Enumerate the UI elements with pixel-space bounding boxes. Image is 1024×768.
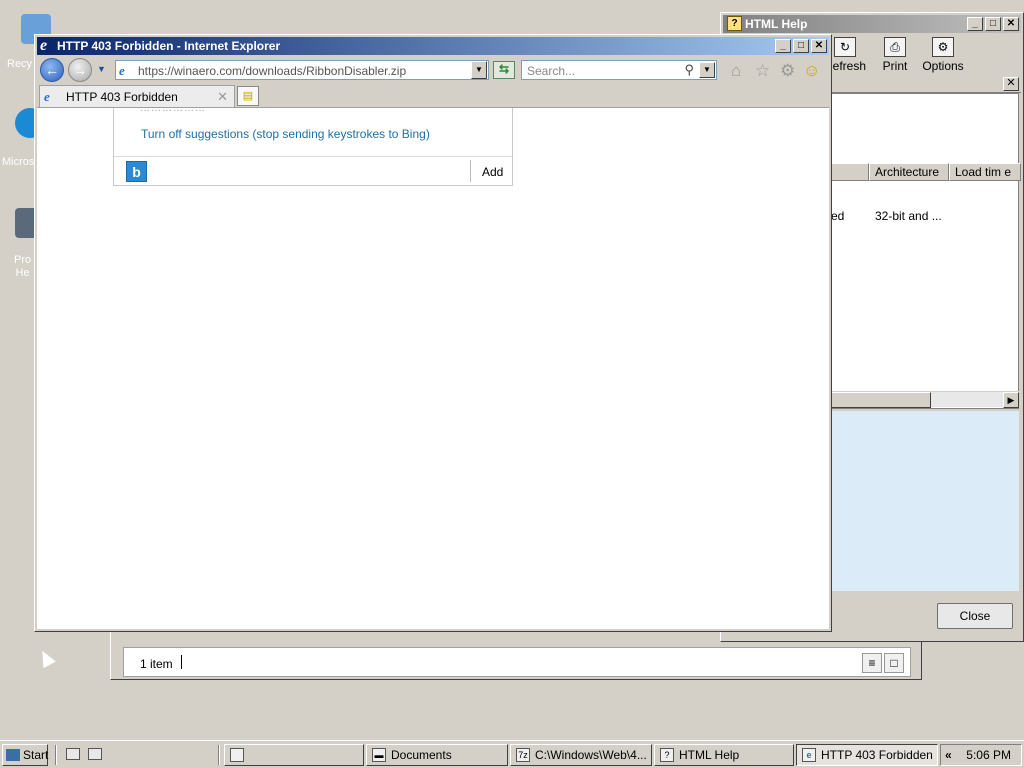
- mouse-cursor: [36, 647, 56, 669]
- list-cell-architecture: 32-bit and ...: [875, 209, 942, 223]
- quicklaunch-explorer-icon[interactable]: [88, 748, 102, 760]
- ie-icon: e: [802, 748, 816, 762]
- folder-icon: ▬: [372, 748, 386, 762]
- taskbar-button-label: Documents: [391, 748, 452, 762]
- tab-title: HTTP 403 Forbidden: [66, 90, 178, 104]
- taskbar-button-ie[interactable]: e HTTP 403 Forbidden ...: [796, 744, 938, 766]
- taskbar-button-documents[interactable]: ▬ Documents: [366, 744, 508, 766]
- history-dropdown-icon[interactable]: ▼: [97, 64, 106, 74]
- ie-titlebar[interactable]: e HTTP 403 Forbidden - Internet Explorer…: [37, 37, 829, 55]
- refresh-icon[interactable]: ⇆: [493, 61, 515, 79]
- windows-logo-icon: [6, 749, 20, 761]
- system-tray: « 5:06 PM: [940, 744, 1022, 766]
- desktop-icon-label: Pro He: [14, 254, 32, 279]
- print-button[interactable]: ⎙ Print: [869, 37, 921, 73]
- ie-logo-icon: e: [40, 37, 48, 54]
- taskbar-button-7zip[interactable]: 7z C:\Windows\Web\4...: [510, 744, 652, 766]
- taskbar-button-label: HTML Help: [679, 748, 740, 762]
- scrollbar-thumb[interactable]: [831, 392, 931, 408]
- status-item-count: 1 item: [140, 657, 173, 671]
- column-header-blank[interactable]: [831, 163, 869, 181]
- horizontal-scrollbar[interactable]: ▶: [831, 391, 1019, 408]
- home-icon[interactable]: ⌂: [731, 61, 741, 81]
- help-titlebar[interactable]: ? HTML Help _ □ ✕: [723, 15, 1021, 33]
- gear-icon[interactable]: ⚙: [780, 61, 795, 81]
- taskbar-button-label: HTTP 403 Forbidden ...: [821, 748, 938, 762]
- list-cell-partial: ed: [831, 209, 845, 223]
- minimize-button[interactable]: _: [967, 17, 983, 31]
- taskbar: Start ▬ Documents 7z C:\Windows\Web\4...…: [0, 740, 1024, 768]
- desktop-icon-label: Recy: [7, 58, 33, 70]
- desktop-icon-label: Micros: [2, 156, 35, 168]
- search-input[interactable]: Search...: [527, 64, 575, 78]
- help-icon: ?: [660, 748, 674, 762]
- print-label: Print: [882, 59, 908, 73]
- taskbar-button-explorer[interactable]: [224, 744, 364, 766]
- smiley-feedback-icon[interactable]: ☺: [803, 61, 820, 81]
- column-header-load-time[interactable]: Load tim e: [949, 163, 1021, 181]
- help-list-view[interactable]: [831, 93, 1019, 409]
- suggestions-footer: b Add: [114, 156, 512, 185]
- ie-content-area[interactable]: ……………… Turn off suggestions (stop sendin…: [37, 103, 829, 629]
- ie-title: HTTP 403 Forbidden - Internet Explorer: [57, 39, 281, 53]
- back-button[interactable]: ←: [40, 58, 64, 82]
- search-icon[interactable]: ⚲: [684, 62, 694, 78]
- options-icon: ⚙: [932, 37, 954, 57]
- refresh-icon: ↻: [834, 37, 856, 57]
- search-suggestions-dropdown: ……………… Turn off suggestions (stop sendin…: [113, 103, 513, 186]
- taskbar-divider: [55, 745, 57, 765]
- maximize-button[interactable]: □: [793, 39, 809, 53]
- start-label: Start: [23, 748, 49, 762]
- scroll-right-icon[interactable]: ▶: [1003, 392, 1019, 408]
- show-desktop-icon[interactable]: [66, 748, 80, 760]
- taskbar-button-label: C:\Windows\Web\4...: [535, 748, 647, 762]
- explorer-icon: [230, 748, 244, 762]
- 7zip-icon: 7z: [516, 748, 530, 762]
- ie-page-icon: e: [119, 63, 125, 78]
- suggestion-cut-text: ………………: [140, 103, 206, 114]
- address-bar[interactable]: e https://winaero.com/downloads/RibbonDi…: [115, 60, 489, 80]
- ie-navbar: ← → ▼ e https://winaero.com/downloads/Ri…: [37, 55, 829, 85]
- explorer-statusbar: 1 item ≡ □: [123, 647, 911, 677]
- status-separator: [181, 655, 182, 669]
- tray-expand-icon[interactable]: «: [945, 745, 952, 765]
- print-icon: ⎙: [884, 37, 906, 57]
- close-dialog-button[interactable]: Close: [937, 603, 1013, 629]
- tiles-view-icon[interactable]: □: [884, 653, 904, 673]
- internet-explorer-window: e HTTP 403 Forbidden - Internet Explorer…: [34, 34, 832, 632]
- taskbar-button-html-help[interactable]: ? HTML Help: [654, 744, 794, 766]
- tab-close-icon[interactable]: ✕: [217, 89, 228, 105]
- minimize-button[interactable]: _: [775, 39, 791, 53]
- search-box[interactable]: Search... ⚲ ▼: [521, 60, 717, 80]
- taskbar-divider: [218, 745, 220, 765]
- pane-close-button[interactable]: ✕: [1003, 77, 1019, 91]
- forward-button[interactable]: →: [68, 58, 92, 82]
- add-provider-button[interactable]: Add: [482, 165, 503, 179]
- ie-page-icon: e: [44, 89, 50, 104]
- maximize-button[interactable]: □: [985, 17, 1001, 31]
- new-tab-button[interactable]: ▤: [237, 86, 259, 106]
- bing-logo-icon[interactable]: b: [126, 161, 147, 182]
- close-button[interactable]: ✕: [1003, 17, 1019, 31]
- address-dropdown-icon[interactable]: ▼: [471, 61, 487, 79]
- address-input[interactable]: https://winaero.com/downloads/RibbonDisa…: [138, 64, 406, 78]
- column-header-architecture[interactable]: Architecture: [869, 163, 949, 181]
- favorites-star-icon[interactable]: ☆: [755, 61, 770, 81]
- help-pane-header: ✕: [831, 75, 1021, 93]
- options-button[interactable]: ⚙ Options: [917, 37, 969, 73]
- search-dropdown-icon[interactable]: ▼: [699, 62, 715, 78]
- footer-separator: [470, 160, 471, 182]
- options-label: Options: [922, 59, 964, 73]
- details-view-icon[interactable]: ≡: [862, 653, 882, 673]
- help-title: HTML Help: [745, 17, 808, 31]
- help-content-pane: [831, 411, 1019, 591]
- close-button[interactable]: ✕: [811, 39, 827, 53]
- turn-off-suggestions-link[interactable]: Turn off suggestions (stop sending keyst…: [141, 127, 430, 141]
- clock[interactable]: 5:06 PM: [966, 745, 1011, 765]
- help-app-icon: ?: [727, 16, 742, 31]
- start-button[interactable]: Start: [2, 744, 48, 766]
